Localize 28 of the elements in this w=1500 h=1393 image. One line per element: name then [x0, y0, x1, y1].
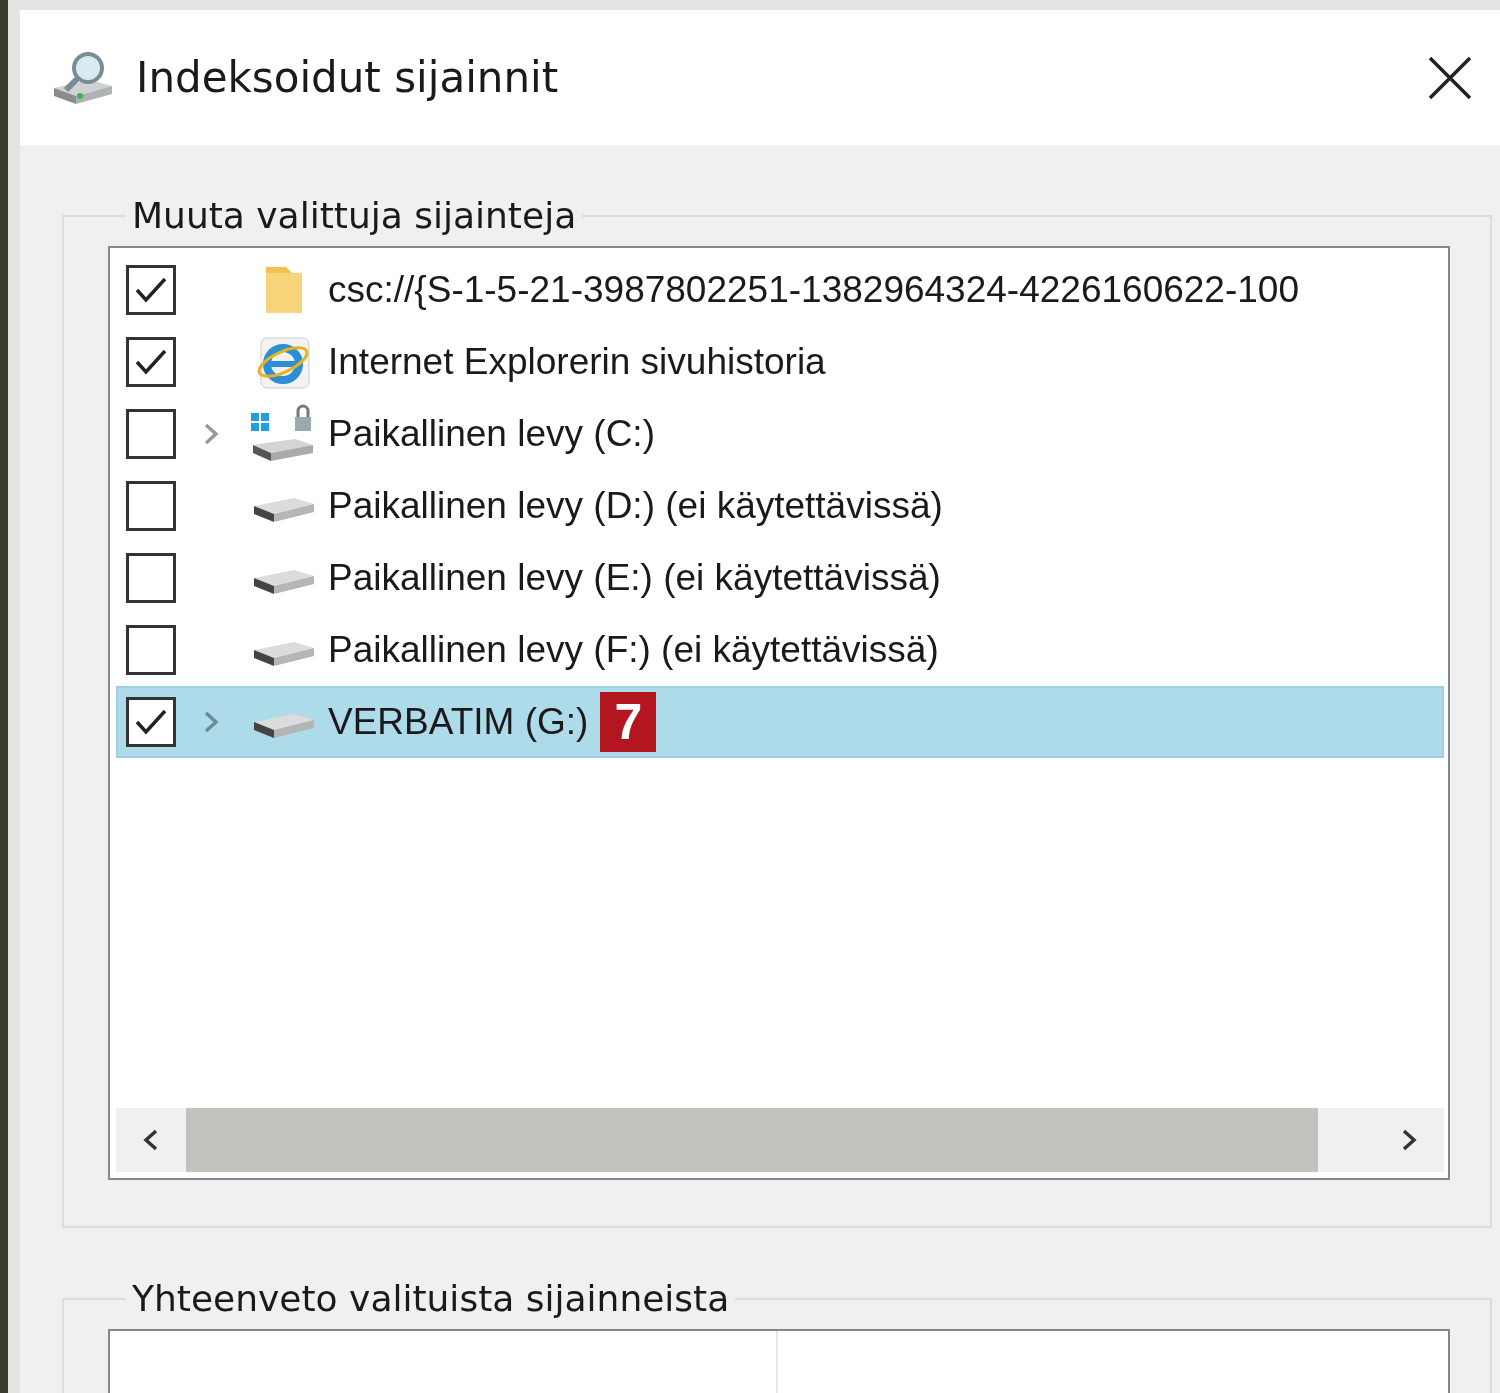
location-row[interactable]: VERBATIM (G:) 7	[116, 686, 1444, 758]
checkbox[interactable]	[126, 481, 176, 531]
location-row[interactable]: Paikallinen levy (D:) (ei käytettävissä)	[116, 470, 1444, 542]
location-label: Paikallinen levy (C:)	[328, 413, 655, 455]
location-label: Internet Explorerin sivuhistoria	[328, 341, 826, 383]
checkbox[interactable]	[126, 265, 176, 315]
location-label: Paikallinen levy (F:) (ei käytettävissä)	[328, 629, 939, 671]
location-row[interactable]: Paikallinen levy (F:) (ei käytettävissä)	[116, 614, 1444, 686]
location-row[interactable]: Paikallinen levy (C:)	[116, 398, 1444, 470]
window-title: Indeksoidut sijainnit	[136, 53, 560, 102]
checkmark-icon	[134, 707, 168, 737]
checkbox[interactable]	[126, 409, 176, 459]
group-title: Yhteenveto valituista sijainneista	[131, 1278, 731, 1319]
location-row[interactable]: Paikallinen levy (E:) (ei käytettävissä)	[116, 542, 1444, 614]
checkmark-icon	[134, 275, 168, 305]
checkbox[interactable]	[126, 697, 176, 747]
group-title: Muuta valittuja sijainteja	[131, 195, 578, 236]
location-label: Paikallinen levy (E:) (ei käytettävissä)	[328, 557, 941, 599]
location-row[interactable]: Internet Explorerin sivuhistoria	[116, 326, 1444, 398]
location-label: VERBATIM (G:)	[328, 701, 589, 743]
number-badge: 7	[600, 692, 657, 752]
location-row[interactable]: csc://{S-1-5-21-3987802251-1382964324-4226160622-100	[116, 254, 1444, 326]
location-label: Paikallinen levy (D:) (ei käytettävissä)	[328, 485, 943, 527]
checkbox[interactable]	[126, 337, 176, 387]
location-label: csc://{S-1-5-21-3987802251-1382964324-4226160622-100	[328, 269, 1299, 311]
checkmark-icon	[134, 347, 168, 377]
checkbox[interactable]	[126, 625, 176, 675]
checkbox[interactable]	[126, 553, 176, 603]
